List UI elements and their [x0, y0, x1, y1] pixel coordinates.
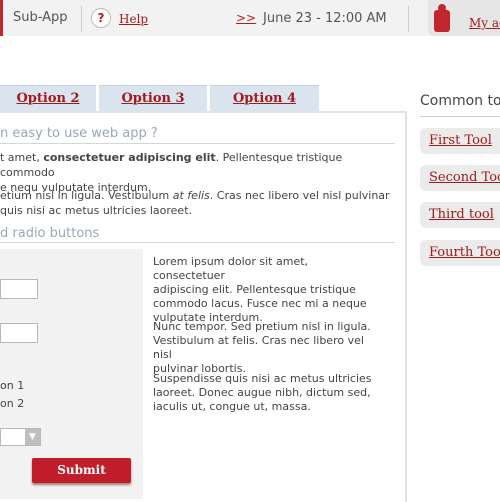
sidebar-tool-third[interactable]: Third tool	[420, 202, 500, 228]
divider	[408, 6, 409, 32]
datetime: June 23 - 12:00 AM	[263, 11, 387, 26]
brand-strip	[0, 0, 3, 36]
help-icon[interactable]: ?	[91, 8, 111, 28]
divider	[0, 143, 395, 144]
sidebar-title: Common to	[420, 93, 500, 109]
divider	[81, 6, 82, 32]
help-link[interactable]: Help	[119, 12, 148, 26]
user-icon	[434, 4, 450, 32]
account-link[interactable]: My ac	[469, 16, 500, 30]
lorem-paragraph-3: Suspendisse quis nisi ac metus ultricies…	[153, 372, 372, 413]
divider	[0, 242, 395, 243]
top-bar: Sub-App ? Help >> June 23 - 12:00 AM	[0, 0, 500, 36]
radio-option-1-label[interactable]: on 1	[0, 379, 24, 392]
sidebar-tool-first[interactable]: First Tool	[420, 128, 500, 154]
section-title-radio: d radio buttons	[0, 226, 100, 241]
lorem-paragraph-2: Nunc tempor. Sed pretium nisl in ligula.…	[153, 320, 371, 375]
lorem-paragraph-1: Lorem ipsum dolor sit amet, consectetuer…	[153, 255, 367, 324]
text-input-1[interactable]	[0, 279, 38, 299]
intro-paragraph-2: etium nisl in ligula. Vestibulum at feli…	[0, 189, 390, 217]
tab-option-4[interactable]: Option 4	[210, 85, 319, 112]
tab-option-2[interactable]: Option 2	[0, 85, 96, 112]
sidebar-tool-second[interactable]: Second Tool	[420, 165, 500, 191]
date-arrows-link[interactable]: >>	[236, 11, 256, 25]
submit-button[interactable]: Submit	[32, 458, 131, 483]
text-input-2[interactable]	[0, 323, 38, 343]
divider	[420, 116, 500, 117]
app-name: Sub-App	[13, 10, 68, 25]
select-arrow-icon[interactable]: ▼	[25, 429, 40, 445]
radio-option-2-label[interactable]: on 2	[0, 397, 24, 410]
section-title-intro: n easy to use web app ?	[0, 126, 158, 141]
sidebar-tool-fourth[interactable]: Fourth Tool	[420, 240, 500, 266]
dropdown-select[interactable]: ▼	[0, 428, 41, 446]
tab-option-3[interactable]: Option 3	[99, 85, 207, 112]
